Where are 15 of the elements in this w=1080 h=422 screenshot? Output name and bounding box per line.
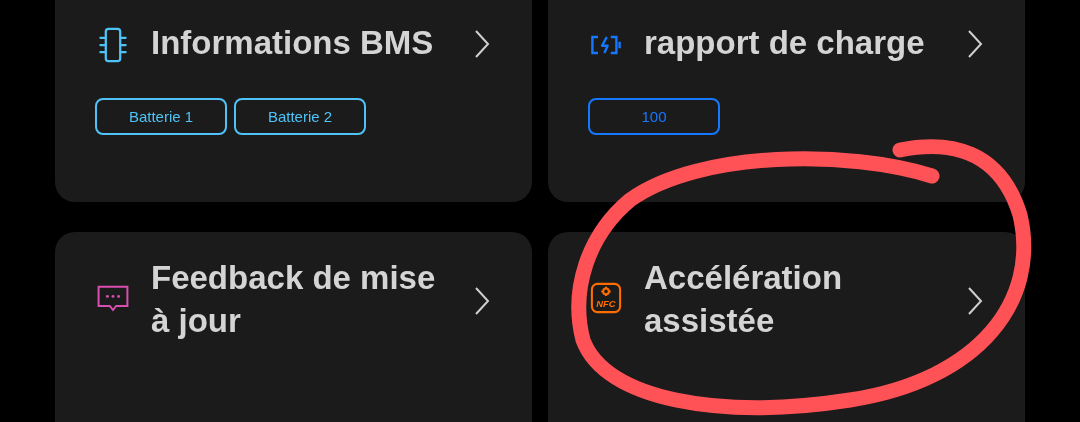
battery-chip[interactable]: 100: [588, 98, 720, 135]
chevron-right-icon: [474, 286, 490, 316]
card-title: Informations BMS: [151, 23, 435, 63]
card-title: rapport de charge: [644, 23, 926, 63]
card-background[interactable]: Feedback de mise à jour: [55, 232, 532, 422]
chevron-right-icon: [474, 29, 490, 59]
battery-chip[interactable]: Batterie 2: [234, 98, 366, 135]
card-title: Accélération assistée: [644, 258, 844, 341]
card-background[interactable]: Informations BMS Batterie 1 Batterie 2: [55, 0, 532, 202]
chevron-right-icon: [967, 29, 983, 59]
chevron-right-icon: [967, 286, 983, 316]
nfc-icon: NFC: [590, 280, 622, 316]
card-background[interactable]: rapport de charge 100: [548, 0, 1025, 202]
card-title: Feedback de mise à jour: [151, 258, 437, 341]
battery-chip[interactable]: Batterie 1: [95, 98, 227, 135]
